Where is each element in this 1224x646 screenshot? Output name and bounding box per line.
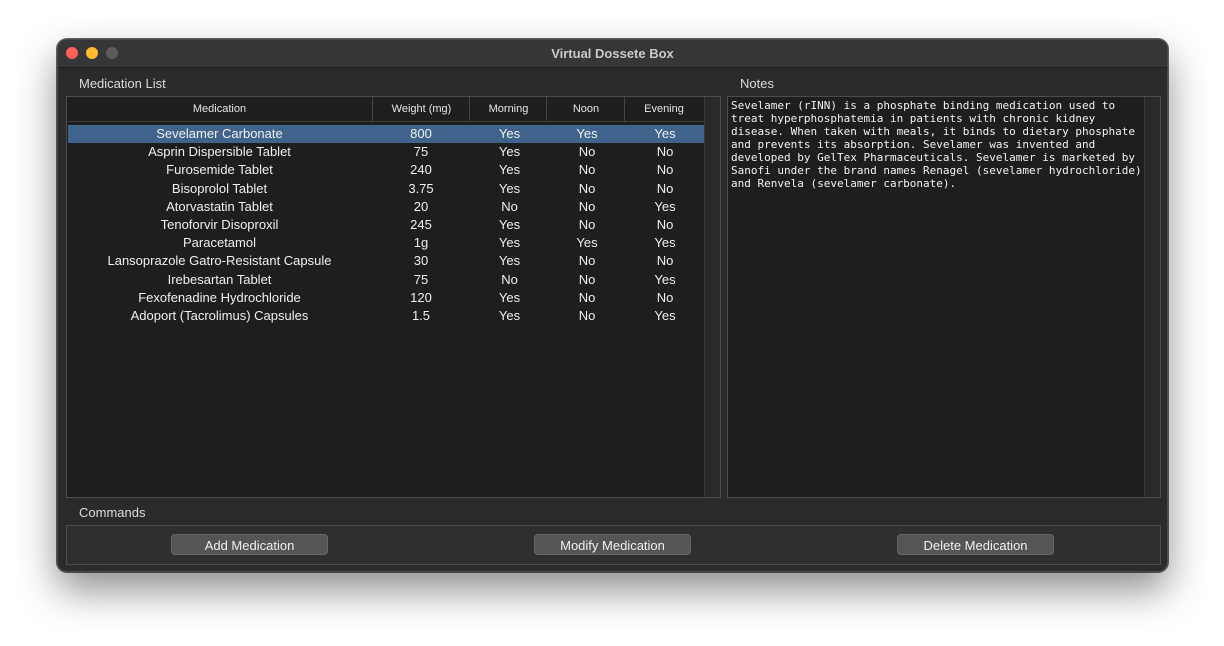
cell-evening: No xyxy=(656,162,674,178)
cell-noon: Yes xyxy=(576,235,598,251)
column-header-morning[interactable]: Morning xyxy=(469,97,547,121)
cell-noon: No xyxy=(578,144,596,160)
table-row[interactable]: Tenoforvir Disoproxil 245 Yes No No xyxy=(68,216,704,234)
cell-weight: 120 xyxy=(410,289,432,305)
cell-morning: Yes xyxy=(498,216,521,232)
cell-medication: Atorvastatin Tablet xyxy=(166,198,273,214)
cell-weight: 1.5 xyxy=(411,307,431,323)
cell-medication: Irebesartan Tablet xyxy=(167,271,272,287)
table-row[interactable]: Atorvastatin Tablet 20 No No Yes xyxy=(68,198,704,216)
cell-medication: Adoport (Tacrolimus) Capsules xyxy=(130,307,309,323)
title-bar[interactable]: Virtual Dossete Box xyxy=(58,40,1167,68)
cell-medication: Fexofenadine Hydrochloride xyxy=(138,289,301,305)
cell-noon: No xyxy=(578,180,596,196)
column-header-weight[interactable]: Weight (mg) xyxy=(372,97,470,121)
cell-evening: Yes xyxy=(654,271,676,287)
medication-list-label: Medication List xyxy=(79,76,166,91)
cell-weight: 800 xyxy=(410,126,432,141)
cell-medication: Tenoforvir Disoproxil xyxy=(160,216,279,232)
column-header-noon[interactable]: Noon xyxy=(546,97,625,121)
window-title: Virtual Dossete Box xyxy=(551,46,674,61)
table-row[interactable]: Bisoprolol Tablet 3.75 Yes No No xyxy=(68,180,704,198)
table-body: Sevelamer Carbonate 800 Yes Yes Yes Asprin Di… xyxy=(68,125,704,325)
cell-morning: Yes xyxy=(498,307,521,323)
notes-label: Notes xyxy=(740,76,774,91)
cell-morning: Yes xyxy=(498,144,521,160)
cell-medication: Bisoprolol Tablet xyxy=(171,180,268,196)
add-medication-button[interactable]: Add Medication xyxy=(171,534,328,555)
cell-weight: 75 xyxy=(413,271,429,287)
cell-medication: Sevelamer Carbonate xyxy=(156,126,283,141)
column-header-medication[interactable]: Medication xyxy=(67,97,372,121)
delete-medication-button[interactable]: Delete Medication xyxy=(897,534,1054,555)
cell-evening: No xyxy=(656,289,674,305)
notes-text[interactable]: Sevelamer (rINN) is a phosphate binding … xyxy=(731,99,1143,190)
cell-weight: 1g xyxy=(413,235,429,251)
cell-noon: No xyxy=(578,253,596,269)
cell-evening: No xyxy=(656,253,674,269)
cell-morning: No xyxy=(501,198,518,214)
cell-noon: Yes xyxy=(576,126,598,141)
modify-medication-button[interactable]: Modify Medication xyxy=(534,534,691,555)
column-header-evening[interactable]: Evening xyxy=(624,97,703,121)
cell-medication: Paracetamol xyxy=(183,235,256,251)
cell-medication: Furosemide Tablet xyxy=(166,162,273,178)
table-scrollbar[interactable] xyxy=(704,97,720,497)
cell-evening: Yes xyxy=(654,198,676,214)
app-window: Virtual Dossete Box Medication List Note… xyxy=(57,39,1168,572)
cell-weight: 245 xyxy=(410,216,432,232)
table-row[interactable]: Asprin Dispersible Tablet 75 Yes No No xyxy=(68,143,704,161)
cell-weight: 30 xyxy=(413,253,429,269)
notes-scrollbar[interactable] xyxy=(1144,97,1160,497)
table-row[interactable]: Lansoprazole Gatro-Resistant Capsule 30 Ye… xyxy=(68,252,704,270)
cell-evening: No xyxy=(656,216,674,232)
cell-morning: Yes xyxy=(498,253,521,269)
table-row[interactable]: Adoport (Tacrolimus) Capsules 1.5 Yes No Yes xyxy=(68,307,704,325)
cell-morning: Yes xyxy=(498,126,521,141)
notes-panel[interactable]: Sevelamer (rINN) is a phosphate binding … xyxy=(727,96,1161,498)
cell-weight: 3.75 xyxy=(408,180,434,196)
cell-morning: No xyxy=(501,271,518,287)
cell-noon: No xyxy=(578,162,596,178)
table-row[interactable]: Furosemide Tablet 240 Yes No No xyxy=(68,161,704,179)
table-header: Medication Weight (mg) Morning Noon Even… xyxy=(67,97,704,122)
cell-morning: Yes xyxy=(498,180,521,196)
cell-weight: 20 xyxy=(413,198,429,214)
cell-morning: Yes xyxy=(498,162,521,178)
cell-evening: Yes xyxy=(654,235,676,251)
cell-medication: Lansoprazole Gatro-Resistant Capsule xyxy=(107,253,332,269)
commands-panel: Add Medication Modify Medication Delete … xyxy=(66,525,1161,565)
cell-evening: No xyxy=(656,180,674,196)
cell-noon: No xyxy=(578,307,596,323)
cell-medication: Asprin Dispersible Tablet xyxy=(148,144,291,160)
cell-evening: Yes xyxy=(654,307,676,323)
cell-noon: No xyxy=(578,198,596,214)
table-row[interactable]: Fexofenadine Hydrochloride 120 Yes No No xyxy=(68,289,704,307)
cell-evening: No xyxy=(656,144,674,160)
cell-weight: 240 xyxy=(410,162,432,178)
cell-weight: 75 xyxy=(413,144,429,160)
commands-label: Commands xyxy=(79,505,146,520)
table-row[interactable]: Paracetamol 1g Yes Yes Yes xyxy=(68,234,704,252)
cell-noon: No xyxy=(578,216,596,232)
table-row[interactable]: Sevelamer Carbonate 800 Yes Yes Yes xyxy=(68,125,704,144)
cell-morning: Yes xyxy=(498,289,521,305)
cell-evening: Yes xyxy=(654,126,676,141)
cell-noon: No xyxy=(578,271,596,287)
cell-morning: Yes xyxy=(498,235,521,251)
cell-noon: No xyxy=(578,289,596,305)
medication-table[interactable]: Medication Weight (mg) Morning Noon Even… xyxy=(66,96,721,498)
table-row[interactable]: Irebesartan Tablet 75 No No Yes xyxy=(68,271,704,289)
